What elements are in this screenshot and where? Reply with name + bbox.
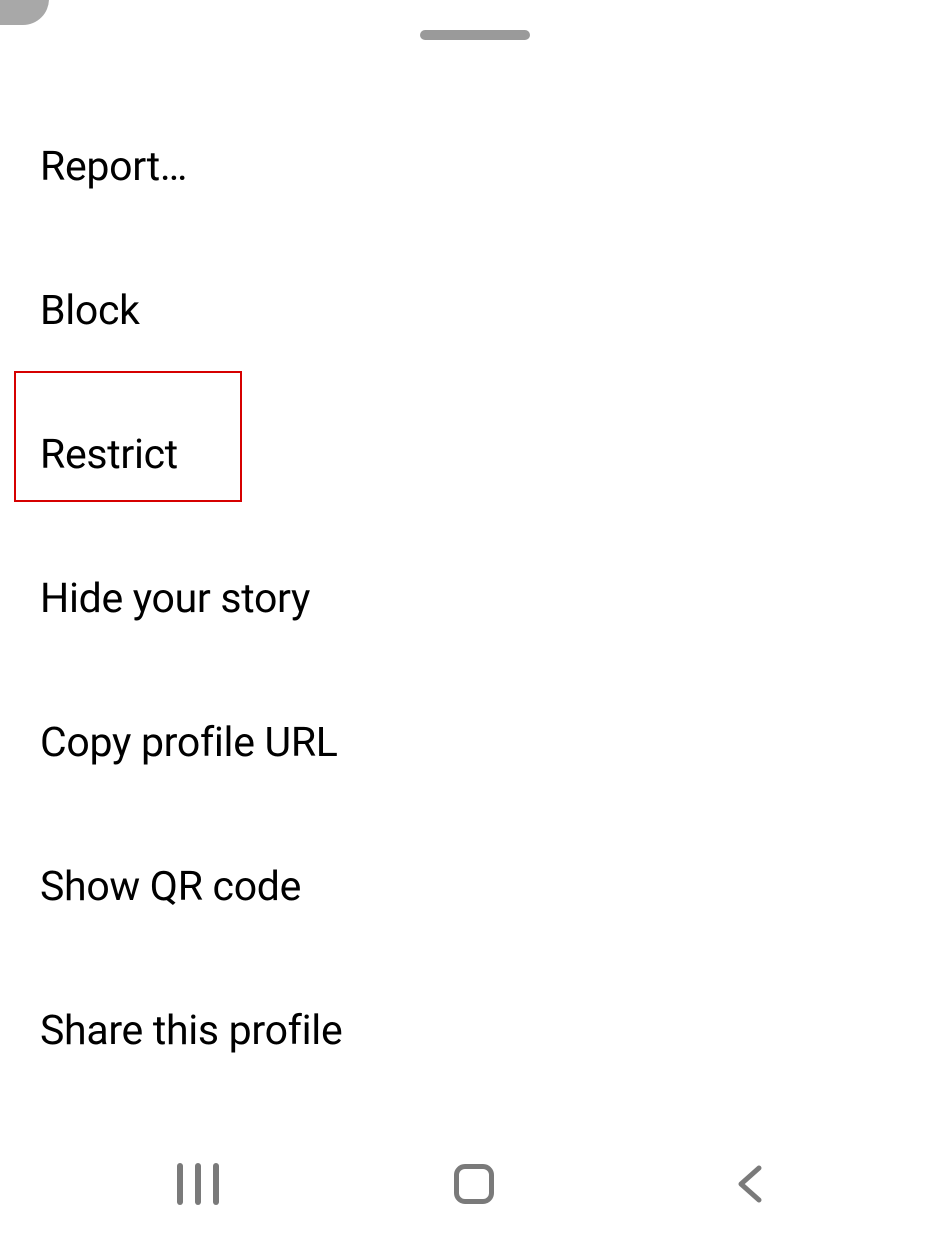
nav-home-button[interactable]	[444, 1154, 504, 1214]
bottom-sheet-handle[interactable]	[420, 30, 530, 40]
top-left-corner-cut	[0, 0, 49, 25]
menu-item-copy-url[interactable]: Copy profile URL	[40, 671, 949, 815]
back-icon	[731, 1164, 771, 1204]
menu-item-label: Share this profile	[40, 1007, 342, 1055]
menu-item-report[interactable]: Report…	[40, 95, 949, 239]
menu-item-label: Block	[40, 287, 140, 335]
menu-item-label: Restrict	[40, 431, 178, 479]
menu-item-label: Hide your story	[40, 575, 310, 623]
android-nav-bar	[0, 1119, 949, 1249]
home-icon	[454, 1164, 494, 1204]
menu-item-qr-code[interactable]: Show QR code	[40, 815, 949, 959]
menu-item-label: Show QR code	[40, 863, 301, 911]
recents-icon	[177, 1163, 219, 1205]
action-menu-list: Report… Block Restrict Hide your story C…	[0, 95, 949, 1103]
menu-item-label: Copy profile URL	[40, 719, 338, 767]
nav-back-button[interactable]	[721, 1154, 781, 1214]
menu-item-restrict[interactable]: Restrict	[40, 383, 949, 527]
menu-item-block[interactable]: Block	[40, 239, 949, 383]
menu-item-label: Report…	[40, 143, 187, 191]
nav-recents-button[interactable]	[168, 1154, 228, 1214]
menu-item-share-profile[interactable]: Share this profile	[40, 959, 949, 1103]
menu-item-hide-story[interactable]: Hide your story	[40, 527, 949, 671]
